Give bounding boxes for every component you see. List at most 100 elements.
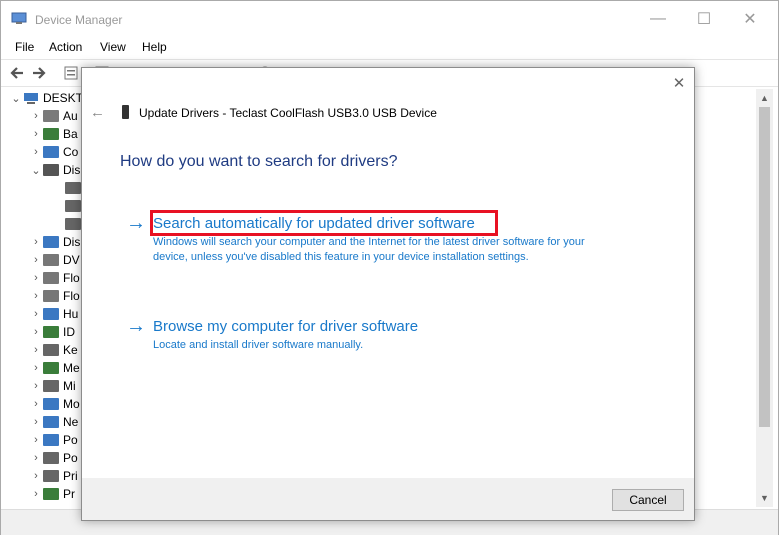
usb-drive-icon — [122, 105, 129, 119]
tree-item-label: Me — [63, 361, 80, 375]
tree-item-label: Pri — [63, 469, 78, 483]
audio-icon — [43, 110, 59, 122]
tree-item[interactable]: › Hu — [29, 305, 78, 323]
close-button[interactable]: ✕ — [727, 5, 773, 33]
tree-item[interactable]: › Au — [29, 107, 78, 125]
menu-file[interactable]: File — [15, 40, 34, 54]
tree-item[interactable]: › Mo — [29, 395, 80, 413]
battery-icon — [43, 128, 59, 140]
tree-item-label: Pr — [63, 487, 75, 501]
maximize-icon: ☐ — [696, 11, 712, 28]
window-title: Device Manager — [35, 13, 123, 27]
chevron-right-icon[interactable]: › — [29, 254, 43, 266]
cancel-button[interactable]: Cancel — [612, 489, 684, 511]
power-icon — [43, 452, 59, 464]
tree-item[interactable]: › Dis — [29, 233, 80, 251]
minimize-icon: — — [650, 10, 666, 27]
tree-item[interactable]: ⌄ Dis — [29, 161, 80, 179]
tree-item[interactable]: › Pr — [29, 485, 75, 503]
disk-icon — [65, 218, 81, 230]
browse-computer-link[interactable]: Browse my computer for driver software — [153, 318, 418, 335]
tree-item[interactable]: › Ke — [29, 341, 78, 359]
chevron-down-icon[interactable]: ⌄ — [9, 92, 23, 105]
floppy-icon — [43, 272, 59, 284]
back-arrow-icon[interactable]: ← — [90, 104, 105, 121]
menu-view[interactable]: View — [100, 40, 126, 54]
tree-item-label: Po — [63, 451, 78, 465]
dialog-title: Update Drivers - Teclast CoolFlash USB3.… — [139, 106, 437, 120]
scroll-up-icon[interactable]: ▲ — [760, 93, 769, 103]
tree-item[interactable]: › Po — [29, 431, 78, 449]
tree-item-label: DV — [63, 253, 80, 267]
tree-item[interactable]: › Ba — [29, 125, 78, 143]
vertical-scrollbar[interactable]: ▲ ▼ — [756, 89, 773, 507]
tree-item[interactable]: › Flo — [29, 287, 80, 305]
tree-item[interactable]: › Co — [29, 143, 78, 161]
tree-item-label: Ba — [63, 127, 78, 141]
chevron-right-icon[interactable]: › — [29, 110, 43, 122]
chevron-right-icon[interactable]: › — [29, 416, 43, 428]
tree-item-label: Ne — [63, 415, 79, 429]
close-icon: ✕ — [672, 75, 686, 92]
chevron-right-icon[interactable]: › — [29, 146, 43, 158]
chevron-right-icon[interactable]: › — [29, 470, 43, 482]
tree-item-label: Flo — [63, 271, 80, 285]
forward-arrow-icon[interactable] — [31, 65, 47, 81]
scrollbar-thumb[interactable] — [759, 107, 770, 427]
chevron-down-icon[interactable]: ⌄ — [29, 164, 43, 177]
floppy-drive-icon — [43, 290, 59, 302]
tree-item[interactable]: › Me — [29, 359, 80, 377]
tree-item[interactable]: › Flo — [29, 269, 80, 287]
port-icon — [43, 434, 59, 446]
tree-item-label: Mi — [63, 379, 76, 393]
browse-computer-description: Locate and install driver software manua… — [153, 339, 364, 351]
printer-icon — [43, 470, 59, 482]
chevron-right-icon[interactable]: › — [29, 380, 43, 392]
chevron-right-icon[interactable]: › — [29, 452, 43, 464]
disk-icon — [65, 200, 81, 212]
minimize-button[interactable]: — — [635, 5, 681, 33]
menu-action[interactable]: Action — [49, 40, 82, 54]
tree-item-label: Co — [63, 145, 79, 159]
tree-item[interactable]: › DV — [29, 251, 80, 269]
chevron-right-icon[interactable]: › — [29, 434, 43, 446]
chevron-right-icon[interactable]: › — [29, 290, 43, 302]
tree-item-label: Hu — [63, 307, 79, 321]
chevron-right-icon[interactable]: › — [29, 362, 43, 374]
tree-item-label: Dis — [63, 235, 81, 249]
chevron-right-icon[interactable]: › — [29, 344, 43, 356]
computer-icon — [43, 146, 59, 158]
tree-item[interactable]: › Mi — [29, 377, 76, 395]
tree-root[interactable]: ⌄ DESKT — [9, 89, 83, 107]
menu-help[interactable]: Help — [142, 40, 167, 54]
back-arrow-icon[interactable] — [9, 65, 25, 81]
properties-icon[interactable] — [63, 65, 79, 81]
disk-drive-icon — [43, 164, 59, 176]
tree-item[interactable]: › Pri — [29, 467, 78, 485]
tree-item[interactable]: › Po — [29, 449, 78, 467]
network-icon — [43, 416, 59, 428]
tree-root-label: DESKT — [43, 91, 84, 105]
tree-item-label: Dis — [63, 163, 81, 177]
tree-item[interactable]: › ID — [29, 323, 75, 341]
chevron-right-icon[interactable]: › — [29, 128, 43, 140]
scroll-down-icon[interactable]: ▼ — [760, 493, 769, 503]
chevron-right-icon[interactable]: › — [29, 236, 43, 248]
dialog-close-button[interactable]: ✕ — [668, 72, 690, 94]
arrow-right-icon: → — [126, 315, 146, 337]
tree-item[interactable]: › Ne — [29, 413, 78, 431]
close-icon: ✕ — [743, 11, 757, 28]
maximize-button[interactable]: ☐ — [681, 5, 727, 33]
chevron-right-icon[interactable]: › — [29, 308, 43, 320]
mouse-icon — [43, 380, 59, 392]
processor-icon — [43, 488, 59, 500]
computer-icon — [24, 93, 38, 104]
hid-icon — [43, 308, 59, 320]
chevron-right-icon[interactable]: › — [29, 326, 43, 338]
tree-item-label: Flo — [63, 289, 80, 303]
tree-item-label: Po — [63, 433, 78, 447]
chevron-right-icon[interactable]: › — [29, 488, 43, 500]
dvd-drive-icon — [43, 254, 59, 266]
chevron-right-icon[interactable]: › — [29, 398, 43, 410]
chevron-right-icon[interactable]: › — [29, 272, 43, 284]
